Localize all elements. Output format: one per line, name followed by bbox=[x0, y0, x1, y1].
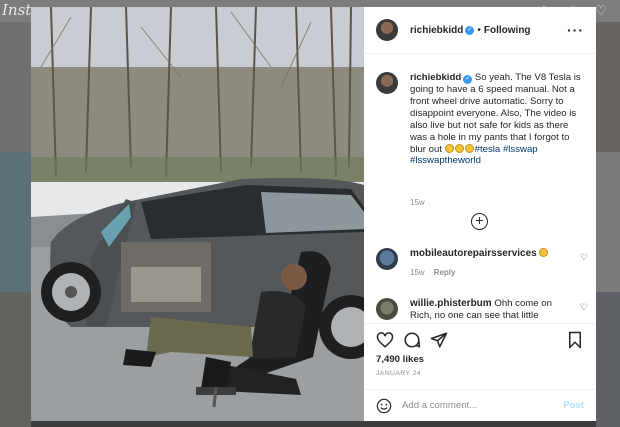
caption-body: So yeah. The V8 Tesla is going to have a… bbox=[410, 72, 581, 155]
caption-text: richiebkidd ✓ So yeah. The V8 Tesla is go… bbox=[410, 72, 586, 167]
commenter-username[interactable]: willie.phisterbum bbox=[410, 298, 492, 309]
author-avatar[interactable] bbox=[376, 19, 398, 41]
author-username[interactable]: richiebkidd bbox=[410, 25, 463, 36]
hashtag-link[interactable]: #tesla bbox=[475, 144, 501, 155]
commenter-avatar[interactable] bbox=[376, 298, 398, 320]
comment-input[interactable] bbox=[402, 400, 564, 411]
hashtag-link[interactable]: #lsswaptheworld bbox=[410, 155, 481, 166]
emoji-grin-icon bbox=[444, 143, 454, 153]
verified-badge-icon: ✓ bbox=[463, 75, 473, 84]
likes-count[interactable]: 7,490 likes bbox=[376, 354, 424, 365]
background-tile bbox=[0, 152, 31, 292]
background-tile bbox=[596, 292, 620, 427]
action-icon-row bbox=[376, 324, 584, 354]
separator-dot: • bbox=[477, 24, 481, 36]
hashtag-link[interactable]: #lsswap bbox=[503, 144, 538, 155]
background-tile bbox=[31, 421, 596, 427]
following-button[interactable]: Following bbox=[484, 25, 531, 36]
load-more-comments-icon[interactable]: + bbox=[471, 213, 488, 230]
comment-timestamp[interactable]: 15w bbox=[410, 268, 425, 277]
caption-username[interactable]: richiebkidd bbox=[410, 72, 461, 83]
verified-badge-icon: ✓ bbox=[465, 25, 475, 35]
comments-list[interactable]: richiebkidd ✓ So yeah. The V8 Tesla is go… bbox=[364, 55, 596, 323]
emoji-picker-icon[interactable] bbox=[376, 398, 392, 414]
like-comment-heart-icon[interactable]: ♡ bbox=[580, 302, 588, 313]
emoji-grin-icon bbox=[454, 143, 464, 153]
post-comment-button[interactable]: Post bbox=[563, 400, 584, 411]
background-tile bbox=[596, 152, 620, 292]
reply-button[interactable]: Reply bbox=[434, 268, 456, 277]
more-options-icon[interactable]: ··· bbox=[567, 23, 584, 37]
comment-meta: 15w Reply bbox=[410, 268, 455, 277]
bookmark-icon[interactable] bbox=[566, 331, 584, 349]
emoji-grin-icon bbox=[464, 143, 474, 153]
commenter-avatar[interactable] bbox=[376, 248, 398, 270]
comment-icon[interactable] bbox=[403, 331, 421, 349]
share-icon[interactable] bbox=[430, 331, 448, 349]
heart-icon: ♡ bbox=[595, 3, 607, 18]
background-tile bbox=[0, 22, 31, 152]
commenter-username[interactable]: mobileautorepairsservices bbox=[410, 248, 537, 259]
comment-text: mobileautorepairsservices bbox=[410, 248, 560, 260]
post-header: richiebkidd ✓ • Following ··· bbox=[364, 7, 596, 54]
caption-timestamp[interactable]: 15w bbox=[410, 198, 425, 207]
like-comment-heart-icon[interactable]: ♡ bbox=[580, 252, 588, 263]
heart-icon[interactable] bbox=[376, 331, 394, 349]
post-date[interactable]: JANUARY 24 bbox=[376, 370, 421, 377]
comment-text: willie.phisterbum Ohh come on Rich, no o… bbox=[410, 298, 552, 321]
background-tile bbox=[596, 22, 620, 152]
post-photo[interactable] bbox=[31, 7, 364, 421]
background-tile bbox=[0, 292, 31, 427]
add-comment-bar: Post bbox=[364, 389, 596, 421]
post-image bbox=[31, 7, 364, 421]
post-side-panel: richiebkidd ✓ • Following ··· richiebkid… bbox=[364, 7, 596, 421]
caption-author-avatar[interactable] bbox=[376, 72, 398, 94]
emoji-clap-icon bbox=[539, 248, 549, 257]
